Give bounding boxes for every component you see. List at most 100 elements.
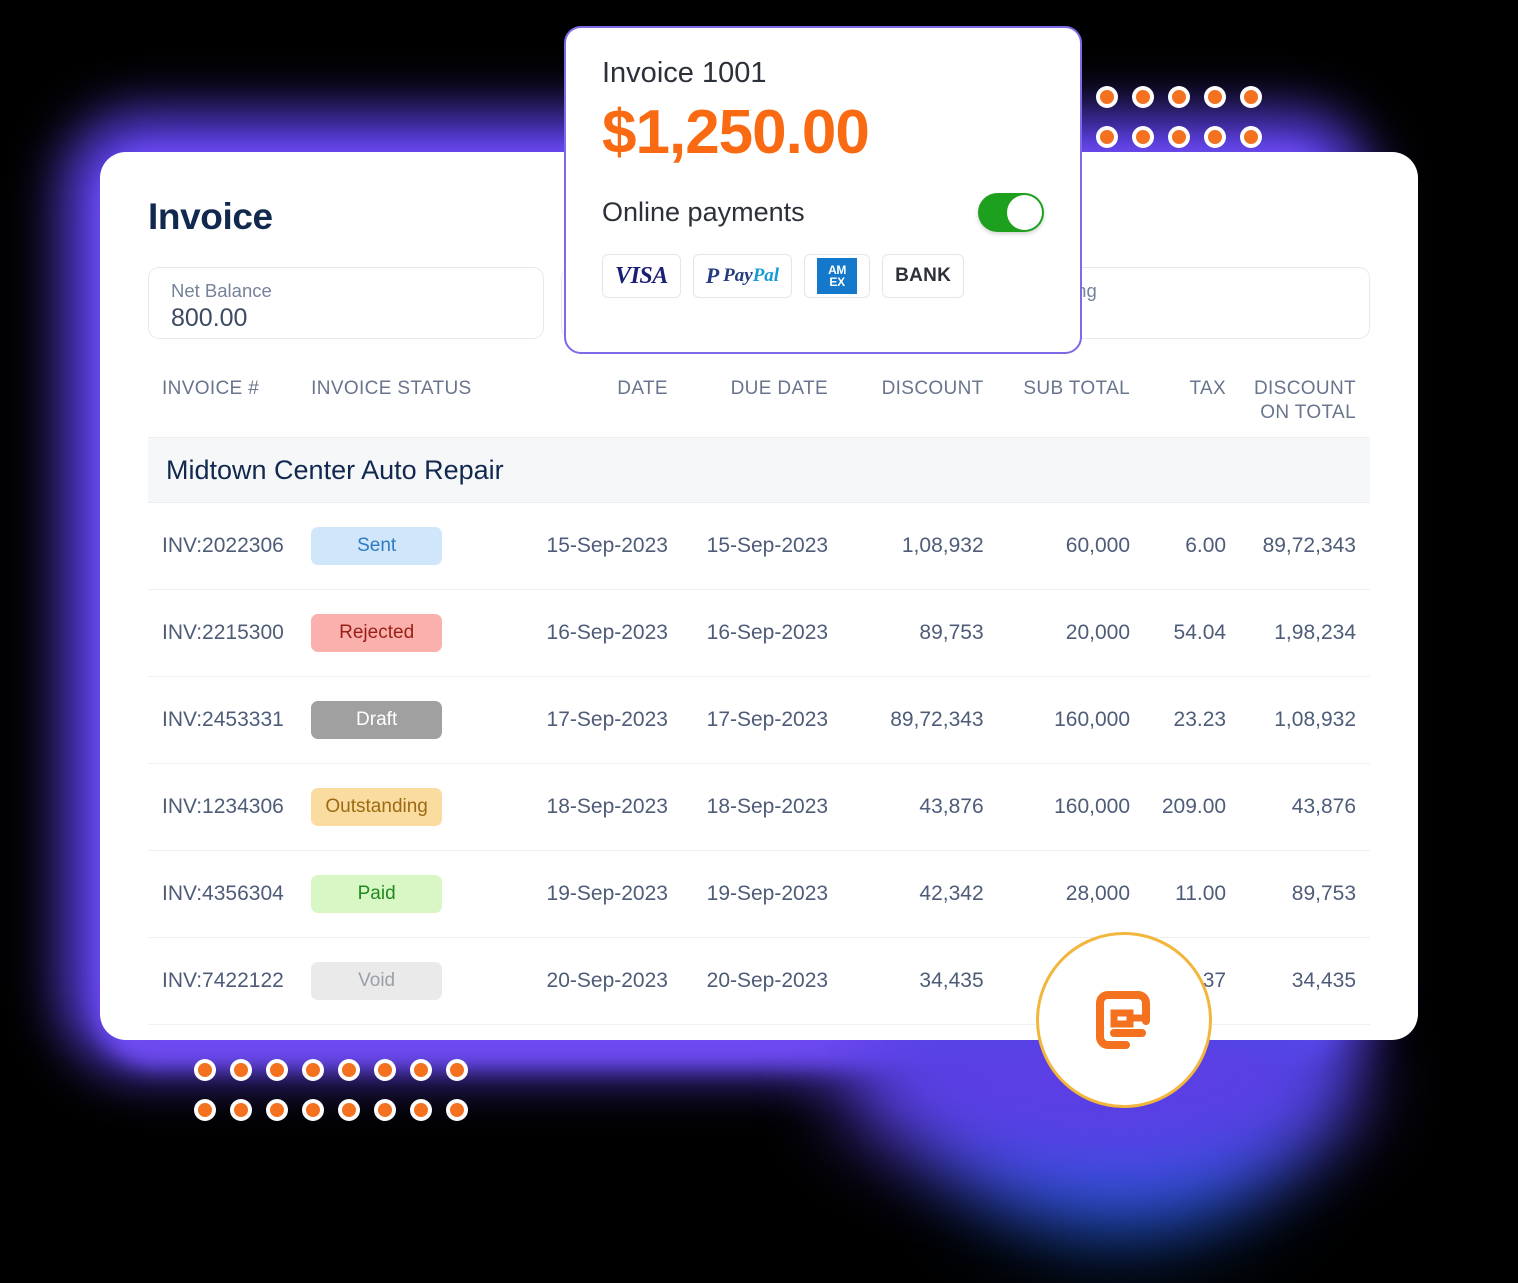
cell-due-date: 18-Sep-2023 [706,795,829,818]
status-badge[interactable]: Draft [311,700,443,740]
cell-discount: 34,435 [919,969,984,992]
decorative-dot [1172,90,1186,104]
cell-discount-on-total: 43,876 [1291,795,1356,818]
invoice-document-icon [1096,991,1150,1049]
decorative-dot [1136,130,1150,144]
cell-sub-total: 20,000 [1065,621,1131,644]
cell-date: 20-Sep-2023 [546,969,668,992]
decorative-dot [1172,130,1186,144]
status-badge[interactable]: Paid [311,874,443,914]
cell-date: 18-Sep-2023 [546,795,668,818]
cell-date: 19-Sep-2023 [546,882,668,905]
cell-invoice-status: Sent [311,526,531,566]
online-payments-toggle[interactable] [978,193,1044,233]
cell-due-date: 17-Sep-2023 [706,708,829,731]
decorative-dot [414,1103,428,1117]
cell-tax: 54.04 [1173,621,1227,644]
decorative-dot [342,1103,356,1117]
group-header-label: Midtown Center Auto Repair [166,454,504,485]
status-badge[interactable]: Void [311,961,443,1001]
column-header-discount[interactable]: DISCOUNT [828,367,984,401]
cell-invoice-status: Rejected [311,613,531,653]
cell-discount: 1,08,932 [901,534,984,557]
online-payments-row: Online payments [602,193,1044,233]
invoice-document-badge[interactable] [1036,932,1212,1108]
cell-discount-on-total: 1,98,234 [1274,621,1356,644]
bank-label: BANK [895,265,952,287]
cell-invoice-number: INV:7422122 [162,969,284,992]
cell-sub-total: 160,000 [1054,795,1131,818]
column-header-tax[interactable]: TAX [1130,367,1226,401]
cell-invoice-status: Outstanding [311,787,531,827]
table-row[interactable]: INV:1234306 Outstanding 18-Sep-2023 18-Sep-… [148,764,1370,851]
cell-discount: 89,72,343 [890,708,984,731]
table-group-header[interactable]: Midtown Center Auto Repair [148,437,1370,503]
table-row[interactable]: INV:2022306 Sent 15-Sep-2023 15-Sep-2023 1,0… [148,503,1370,590]
status-badge[interactable]: Sent [311,526,443,566]
column-header-sub-total[interactable]: SUB TOTAL [984,367,1130,401]
cell-date: 15-Sep-2023 [546,534,668,557]
toggle-knob-icon [1007,195,1042,231]
stat-value: 800.00 [171,304,248,333]
decorative-dot [1244,90,1258,104]
decorative-dot [198,1063,212,1077]
payment-method-visa[interactable]: VISA [602,254,681,299]
cell-sub-total: 60,000 [1065,534,1131,557]
cell-date: 17-Sep-2023 [546,708,668,731]
decorative-dot [1244,130,1258,144]
status-badge[interactable]: Outstanding [311,787,443,827]
cell-invoice-status: Paid [311,874,531,914]
paypal-logo-icon: P PayPal [706,263,779,289]
cell-invoice-status: Void [311,961,531,1001]
invoice-amount: $1,250.00 [602,97,870,167]
cell-discount-on-total: 1,08,932 [1274,708,1356,731]
stat-card-net-balance[interactable]: Net Balance 800.00 [148,267,544,339]
column-header-discount-on-total[interactable]: DISCOUNT ON TOTAL [1226,367,1356,425]
decorative-dot [306,1063,320,1077]
table-row[interactable]: INV:4356304 Paid 19-Sep-2023 19-Sep-2023 42,… [148,851,1370,938]
cell-due-date: 19-Sep-2023 [706,882,829,905]
table-row[interactable]: INV:2215300 Rejected 16-Sep-2023 16-Sep-202… [148,590,1370,677]
cell-sub-total: 160,000 [1054,708,1131,731]
cell-invoice-number: INV:2453331 [162,708,284,731]
cell-discount: 89,753 [919,621,984,644]
decorative-dot [414,1063,428,1077]
decorative-dot [378,1063,392,1077]
column-header-invoice-number[interactable]: INVOICE # [162,367,311,401]
cell-invoice-number: INV:2215300 [162,621,284,644]
invoice-card-title: Invoice 1001 [602,57,767,89]
payment-method-bank[interactable]: BANK [882,254,965,299]
invoice-table: INVOICE # INVOICE STATUS DATE DUE DATE D… [148,367,1370,1025]
decorative-dot [1100,90,1114,104]
decorative-dot [270,1063,284,1077]
paypal-wordmark: PayPal [723,265,780,287]
cell-discount: 43,876 [919,795,984,818]
stat-label: Net Balance [171,280,272,301]
cell-invoice-number: INV:2022306 [162,534,284,557]
decorative-dot [270,1103,284,1117]
payment-method-paypal[interactable]: P PayPal [692,254,793,299]
column-header-due-date[interactable]: DUE DATE [668,367,828,401]
online-payments-label: Online payments [602,197,805,228]
payment-method-amex[interactable]: AM EX [804,254,871,299]
cell-date: 16-Sep-2023 [546,621,668,644]
status-badge[interactable]: Rejected [311,613,443,653]
decorative-dot [342,1063,356,1077]
decorative-dot [198,1103,212,1117]
visa-logo-icon: VISA [615,262,668,289]
decorative-dot [450,1103,464,1117]
column-header-date[interactable]: DATE [531,367,668,401]
column-header-invoice-status[interactable]: INVOICE STATUS [311,367,531,401]
cell-tax: 209.00 [1161,795,1227,818]
cell-tax: 6.00 [1185,534,1227,557]
table-body: INV:2022306 Sent 15-Sep-2023 15-Sep-2023 1,0… [148,503,1370,1025]
cell-sub-total: 28,000 [1065,882,1131,905]
decorative-dot [306,1103,320,1117]
amex-logo-icon: AM EX [817,258,858,295]
payment-methods-row: VISA P PayPal AM EX BANK [602,254,1044,299]
table-row[interactable]: INV:2453331 Draft 17-Sep-2023 17-Sep-2023 89… [148,677,1370,764]
decorative-dot [378,1103,392,1117]
invoice-summary-card: Invoice 1001 $1,250.00 Online payments V… [564,26,1082,354]
decorative-dots-bottom-left [198,1063,486,1143]
decorative-dot [234,1063,248,1077]
